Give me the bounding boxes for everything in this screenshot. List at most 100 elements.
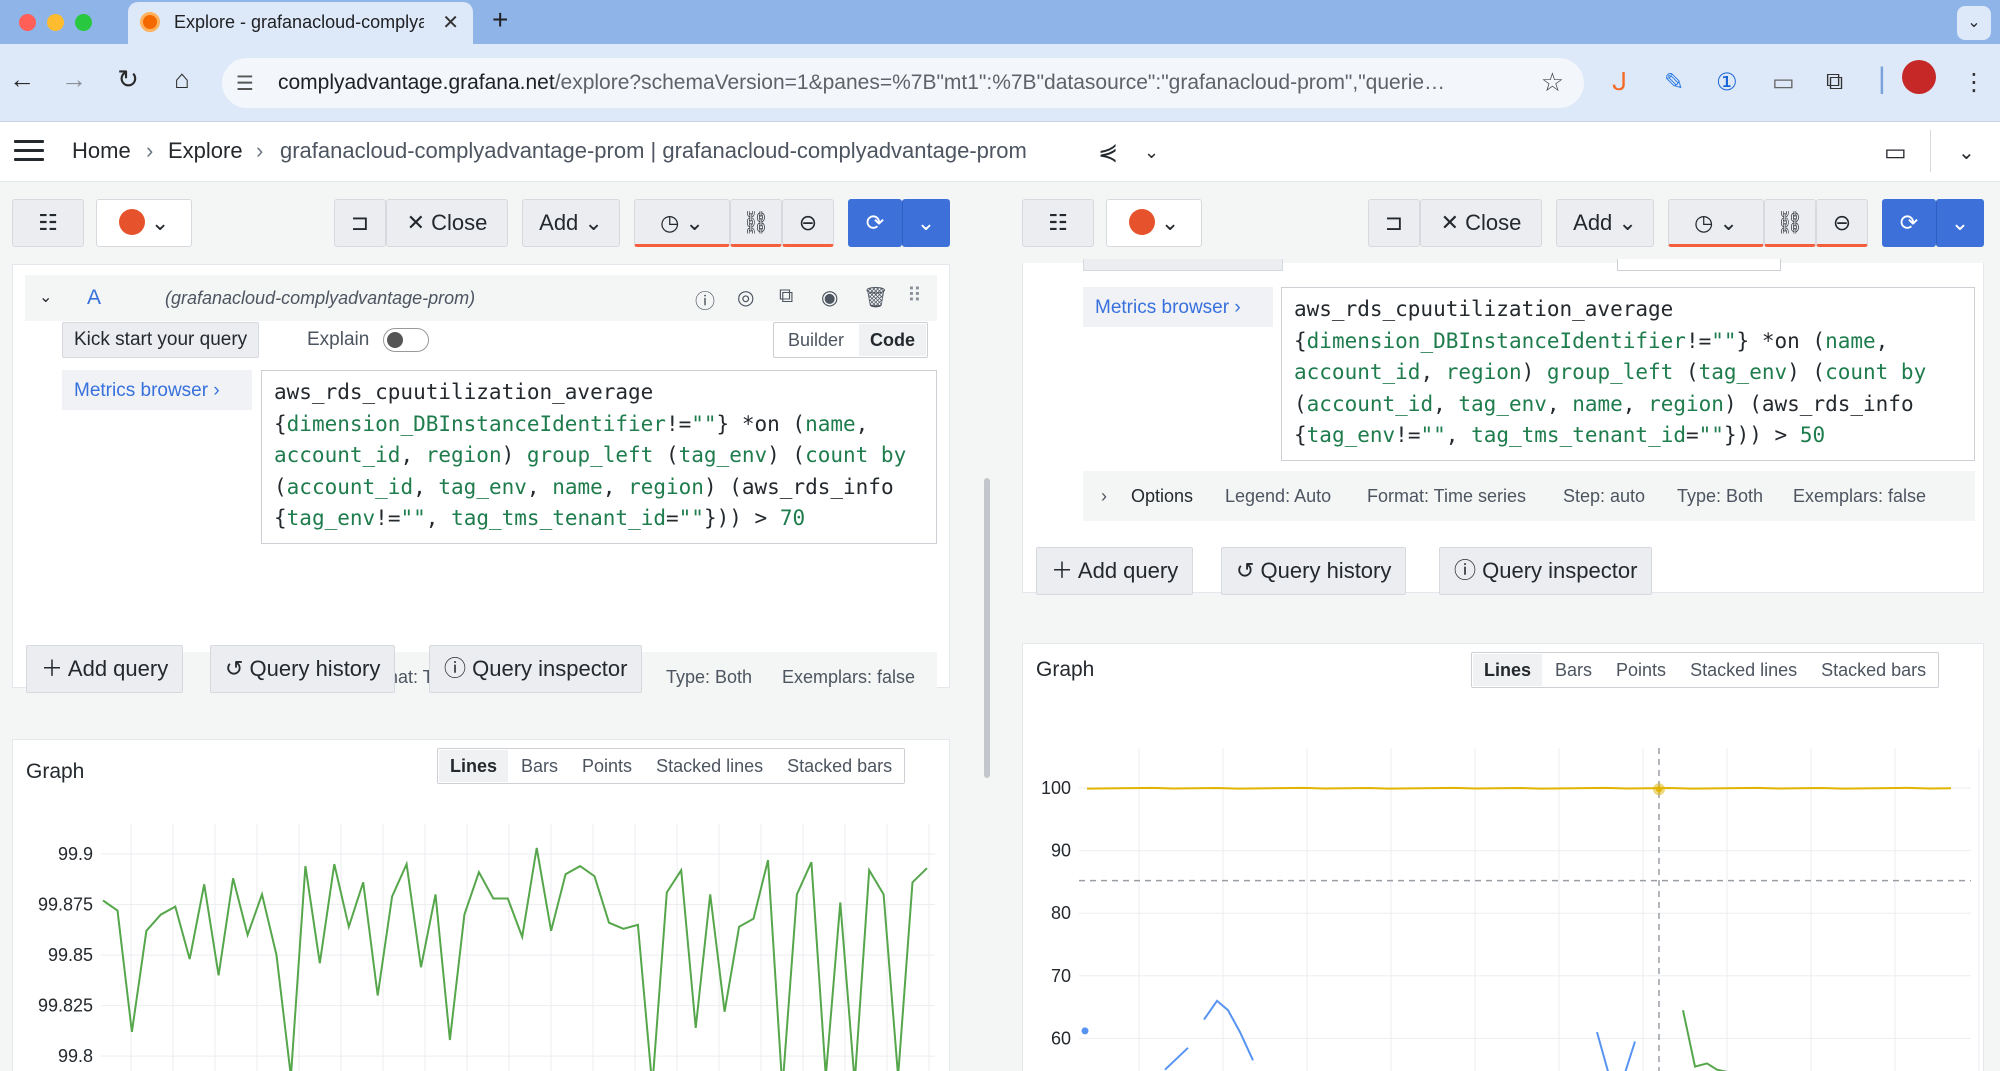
- bookmark-star-icon[interactable]: ☆: [1541, 67, 1564, 98]
- window-zoom-icon[interactable]: [75, 14, 92, 31]
- pane-toolbar-left: ☷ ⌄ ⊐ ✕ Close Add ⌄ ◷ ⌄ ⛓ ⊖ ⟳ ⌄: [0, 199, 972, 249]
- content-outline-button[interactable]: ☷: [1022, 199, 1094, 247]
- query-keyword: group_left: [526, 443, 654, 467]
- graph-style-bars[interactable]: Bars: [510, 750, 569, 782]
- back-icon[interactable]: ←: [4, 64, 40, 95]
- menu-icon[interactable]: [14, 140, 44, 167]
- address-bar[interactable]: ☰ complyadvantage.grafana.net/explore?sc…: [222, 58, 1584, 108]
- new-tab-icon[interactable]: +: [492, 4, 508, 36]
- breadcrumb-explore[interactable]: Explore: [168, 138, 243, 164]
- graph-style-lines[interactable]: Lines: [1473, 654, 1543, 686]
- metrics-browser-button[interactable]: Metrics browser ›: [1083, 287, 1273, 327]
- option-step: Step: auto: [1563, 486, 1646, 506]
- zoom-out-icon[interactable]: ⊖: [782, 199, 834, 247]
- explain-toggle[interactable]: [383, 328, 429, 352]
- copy-link-icon[interactable]: ⛓: [1764, 199, 1816, 247]
- query-options-row[interactable]: › Options Legend: Auto Format: Time seri…: [1083, 471, 1975, 521]
- query-history-button[interactable]: ↺ Query history: [210, 645, 396, 693]
- hide-query-icon[interactable]: ◉: [821, 285, 838, 310]
- share-dropdown-icon[interactable]: ⌄: [1144, 142, 1159, 163]
- query-code-editor[interactable]: aws_rds_cpuutilization_average {dimensio…: [1281, 287, 1975, 461]
- pane-scrollbar[interactable]: [984, 478, 990, 778]
- editor-mode-switch: Builder Code: [773, 322, 929, 358]
- tab-search-icon[interactable]: ⌄: [1957, 6, 1991, 40]
- graph-style-points[interactable]: Points: [1605, 654, 1677, 686]
- query-label: dimension_DBInstanceIdentifier: [286, 411, 666, 436]
- add-query-label: Add query: [67, 656, 169, 681]
- graph-style-points[interactable]: Points: [571, 750, 643, 782]
- option-type: Type: Both: [666, 667, 753, 687]
- profile-avatar[interactable]: [1902, 60, 1936, 94]
- drag-handle-icon[interactable]: ⠿: [907, 283, 922, 308]
- graph-style-stacked-lines[interactable]: Stacked lines: [645, 750, 774, 782]
- tab-close-icon[interactable]: ✕: [442, 10, 459, 35]
- delete-query-icon[interactable]: 🗑: [863, 285, 888, 310]
- add-label: Add: [539, 210, 579, 235]
- close-pane-button[interactable]: ✕ Close: [386, 199, 508, 247]
- option-type: Type: Both: [1677, 486, 1764, 506]
- share-icon[interactable]: ⋞: [1098, 138, 1118, 167]
- window-minimize-icon[interactable]: [47, 14, 64, 31]
- query-history-button[interactable]: ↺ Query history: [1221, 547, 1407, 595]
- forward-icon[interactable]: →: [56, 64, 92, 95]
- home-icon[interactable]: ⌂: [164, 64, 200, 95]
- password-manager-icon[interactable]: ①: [1716, 68, 1738, 97]
- builder-mode-tab[interactable]: Builder: [775, 324, 857, 356]
- query-letter[interactable]: A: [87, 286, 101, 310]
- graph-style-stacked-bars[interactable]: Stacked bars: [1810, 654, 1937, 686]
- help-icon[interactable]: ⓘ: [695, 285, 715, 314]
- query-op: !=: [375, 506, 401, 530]
- time-picker-button[interactable]: ◷ ⌄: [634, 199, 730, 247]
- kick-start-button[interactable]: Kick start your query: [62, 322, 260, 358]
- window-close-icon[interactable]: [19, 14, 36, 31]
- run-query-button[interactable]: ⟳: [848, 199, 902, 247]
- query-inspector-button[interactable]: ⓘ Query inspector: [1439, 547, 1653, 595]
- close-pane-button[interactable]: ✕ Close: [1420, 199, 1542, 247]
- copy-link-icon[interactable]: ⛓: [730, 199, 782, 247]
- editor-mode-switch-clipped[interactable]: [1617, 259, 1781, 271]
- green-series-line: [1682, 1009, 1728, 1071]
- query-code-editor[interactable]: aws_rds_cpuutilization_average {dimensio…: [261, 370, 937, 544]
- code-mode-tab[interactable]: Code: [859, 324, 927, 356]
- time-picker-button[interactable]: ◷ ⌄: [1668, 199, 1764, 247]
- query-inspector-button[interactable]: ⓘ Query inspector: [429, 645, 643, 693]
- kick-start-button-clipped[interactable]: [1083, 259, 1283, 271]
- site-settings-icon[interactable]: ☰: [236, 71, 254, 96]
- refresh-interval-dropdown[interactable]: ⌄: [902, 199, 950, 247]
- datasource-picker[interactable]: ⌄: [96, 199, 192, 247]
- content-outline-button[interactable]: ☷: [12, 199, 84, 247]
- add-query-button[interactable]: ＋ Add query: [26, 645, 184, 693]
- reload-icon[interactable]: ↻: [110, 64, 146, 95]
- add-dropdown-button[interactable]: Add ⌄: [522, 199, 620, 247]
- extension-tool-icon[interactable]: ✎: [1664, 68, 1684, 97]
- extension-hook-icon[interactable]: ᒍ: [1612, 68, 1627, 97]
- zoom-out-icon[interactable]: ⊖: [1816, 199, 1868, 247]
- breadcrumb-home[interactable]: Home: [72, 138, 131, 164]
- collapse-query-icon[interactable]: ⌄: [39, 287, 52, 307]
- extension-cast-icon[interactable]: ▭: [1772, 68, 1795, 97]
- graph-style-stacked-lines[interactable]: Stacked lines: [1679, 654, 1808, 686]
- split-pane-icon[interactable]: ⊐: [1368, 199, 1420, 247]
- graph-style-stacked-bars[interactable]: Stacked bars: [776, 750, 903, 782]
- browser-tab[interactable]: Explore - grafanacloud-complyadvantage-p…: [128, 2, 473, 44]
- extensions-puzzle-icon[interactable]: ⧉: [1826, 68, 1843, 96]
- duplicate-query-icon[interactable]: ⧉: [779, 285, 793, 308]
- graph-style-lines[interactable]: Lines: [439, 750, 509, 782]
- time-series-chart[interactable]: 1009080706050: [1023, 688, 1985, 1071]
- query-label: tag_tms_tenant_id: [1471, 423, 1686, 447]
- run-query-button[interactable]: ⟳: [1882, 199, 1936, 247]
- split-pane-icon[interactable]: ⊐: [334, 199, 386, 247]
- datasource-picker[interactable]: ⌄: [1106, 199, 1202, 247]
- query-keyword: count by: [1825, 360, 1927, 384]
- add-dropdown-button[interactable]: Add ⌄: [1556, 199, 1654, 247]
- metrics-browser-button[interactable]: Metrics browser ›: [62, 370, 252, 410]
- time-series-chart[interactable]: 99.9 99.875 99.85 99.825 99.8: [13, 784, 951, 1071]
- query-op: !=: [665, 411, 692, 436]
- refresh-interval-dropdown[interactable]: ⌄: [1936, 199, 1984, 247]
- kiosk-mode-icon[interactable]: ▭: [1884, 138, 1907, 167]
- graph-style-bars[interactable]: Bars: [1544, 654, 1603, 686]
- inspect-query-icon[interactable]: ◎: [737, 285, 754, 310]
- add-query-button[interactable]: ＋ Add query: [1036, 547, 1194, 595]
- collapse-nav-icon[interactable]: ⌄: [1958, 140, 1975, 165]
- browser-menu-icon[interactable]: ⋮: [1962, 68, 1986, 97]
